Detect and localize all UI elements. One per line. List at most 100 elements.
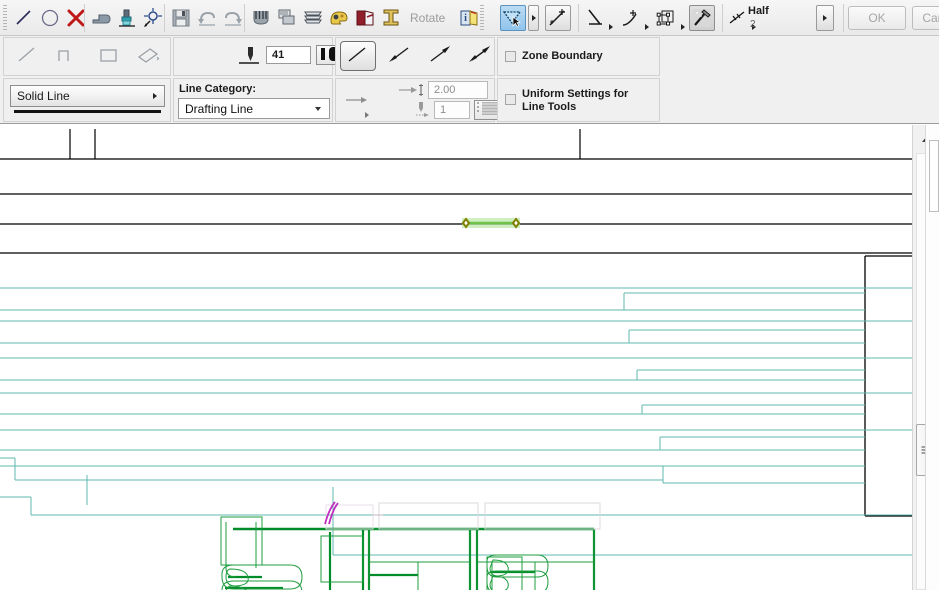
- arrow-count-field[interactable]: 1: [434, 101, 470, 119]
- hand-tool-button[interactable]: [88, 5, 114, 31]
- redo-tool-button[interactable]: [220, 5, 246, 31]
- info-button[interactable]: i: [456, 5, 482, 31]
- lineend-none-button[interactable]: [340, 41, 376, 71]
- zone-boundary-panel: Zone Boundary: [497, 37, 660, 76]
- uniform-settings-panel: Uniform Settings for Line Tools: [497, 78, 660, 122]
- lineend-end-arrow-button[interactable]: [422, 42, 458, 70]
- rectangle-method-button[interactable]: [94, 42, 124, 70]
- floor-plan-drawing: [0, 129, 912, 590]
- pen-book-icon: [354, 7, 376, 29]
- undo-arrow-icon: [196, 7, 218, 29]
- save-tool-button[interactable]: [168, 5, 194, 31]
- layers-tool-button[interactable]: [300, 5, 326, 31]
- perpendicular-snap-button[interactable]: [583, 5, 609, 31]
- toolbar-area: Rotate i Half 2 OK Ca 41 Zone Boundary S…: [0, 0, 939, 124]
- tangent-snap-caret-icon[interactable]: [645, 24, 649, 30]
- group-icon: [250, 7, 272, 29]
- paint-tool-button[interactable]: [114, 5, 140, 31]
- arrow-direction-icon: [344, 91, 370, 112]
- line-category-value: Drafting Line: [185, 101, 254, 116]
- structure-tool-button[interactable]: [378, 5, 404, 31]
- beam-profile-icon: [380, 7, 402, 29]
- display-order-tool-button[interactable]: [274, 5, 300, 31]
- arrow-height-icon: [398, 82, 426, 101]
- cancel-button[interactable]: Cancel: [912, 6, 939, 30]
- perpendicular-snap-caret-icon[interactable]: [609, 24, 613, 30]
- teal-gridlines-group: [0, 287, 912, 556]
- arrow-pen-icon: [414, 101, 432, 122]
- layer-palette-icon: [328, 7, 350, 29]
- arrow-size-panel: 2.00 1: [335, 78, 508, 122]
- line-end-panel: [335, 37, 495, 76]
- group-tool-button[interactable]: [248, 5, 274, 31]
- selected-line-segment[interactable]: [461, 217, 521, 229]
- node-snap-button[interactable]: [653, 5, 679, 31]
- pen-number-field[interactable]: 41: [266, 46, 311, 64]
- expand-toolbar-button[interactable]: [816, 5, 834, 31]
- zone-boundary-checkbox[interactable]: [505, 51, 516, 62]
- redo-arrow-icon: [222, 7, 244, 29]
- rotated-rectangle-icon: [136, 44, 162, 69]
- caret-right-icon: [531, 15, 536, 21]
- line-category-panel: Line Category: Drafting Line: [173, 78, 333, 122]
- rotated-rectangle-method-button[interactable]: [134, 42, 164, 70]
- polygon-select-options-button[interactable]: [528, 5, 539, 31]
- tangent-snap-button[interactable]: [618, 5, 644, 31]
- circle-tool-button[interactable]: [37, 5, 63, 31]
- arrow-size-field[interactable]: 2.00: [428, 81, 488, 99]
- uniform-settings-label: Uniform Settings for Line Tools: [522, 88, 629, 113]
- line-type-combo[interactable]: Solid Line: [10, 85, 165, 107]
- magic-line-tool-button[interactable]: [545, 5, 571, 31]
- save-disk-icon: [170, 7, 192, 29]
- line-category-combo[interactable]: Drafting Line: [178, 98, 330, 119]
- ok-button[interactable]: OK: [848, 6, 906, 30]
- wall-lines-group: [0, 129, 912, 254]
- undo-tool-button[interactable]: [194, 5, 220, 31]
- single-line-method-button[interactable]: [12, 42, 42, 70]
- rotate-label: Rotate: [410, 11, 446, 25]
- circle-icon: [39, 7, 61, 29]
- pen-sets-tool-button[interactable]: [352, 5, 378, 31]
- polyline-method-button[interactable]: [52, 42, 82, 70]
- paintbrush-icon: [116, 7, 138, 29]
- uniform-settings-checkbox[interactable]: [505, 94, 516, 105]
- magic-wand-snap-button[interactable]: [689, 5, 715, 31]
- lineend-both-arrows-button[interactable]: [462, 42, 498, 70]
- line-category-label: Line Category:: [179, 83, 257, 95]
- polygon-select-tool-button[interactable]: [500, 5, 526, 31]
- pen-weight-icon: [237, 45, 263, 72]
- magic-wand-icon: [691, 7, 713, 29]
- rectangle-icon: [97, 44, 121, 69]
- line-type-value: Solid Line: [17, 89, 70, 103]
- info-book-icon: i: [458, 7, 480, 29]
- single-line-icon: [15, 44, 39, 69]
- delete-tool-button[interactable]: [63, 5, 89, 31]
- main-toolbar-row: Rotate i Half 2 OK Ca: [0, 0, 939, 36]
- line-type-preview: [14, 110, 161, 113]
- stacked-layers-icon: [302, 7, 324, 29]
- arrow-start-icon: [386, 44, 414, 69]
- layer-settings-tool-button[interactable]: [326, 5, 352, 31]
- drawing-canvas[interactable]: [0, 125, 912, 590]
- hand-pointer-icon: [90, 7, 112, 29]
- division-label: Half: [748, 5, 769, 17]
- zone-boundary-label: Zone Boundary: [522, 50, 603, 62]
- node-snap-caret-icon[interactable]: [681, 24, 685, 30]
- cad-application-window: Rotate i Half 2 OK Ca 41 Zone Boundary S…: [0, 0, 939, 590]
- perpendicular-icon: [585, 7, 607, 29]
- eyedropper-transfer-icon: [142, 7, 164, 29]
- line-settings-toolbar-row: 41 Zone Boundary Solid Line Line Categor…: [0, 37, 939, 123]
- lineend-start-arrow-button[interactable]: [382, 42, 418, 70]
- line-tool-button[interactable]: [11, 5, 37, 31]
- line-icon: [13, 7, 35, 29]
- division-value: 2: [750, 19, 756, 30]
- pen-panel: 41: [173, 37, 356, 76]
- toolbar-grip[interactable]: [3, 5, 7, 31]
- parameter-transfer-tool-button[interactable]: [140, 5, 166, 31]
- display-order-icon: [276, 7, 298, 29]
- svg-text:i: i: [464, 13, 467, 24]
- diagonal-sparkle-icon: [547, 7, 569, 29]
- plain-line-icon: [345, 44, 371, 69]
- expand-arrow-icon: [823, 15, 827, 21]
- arrow-direction-caret-icon[interactable]: [365, 112, 369, 118]
